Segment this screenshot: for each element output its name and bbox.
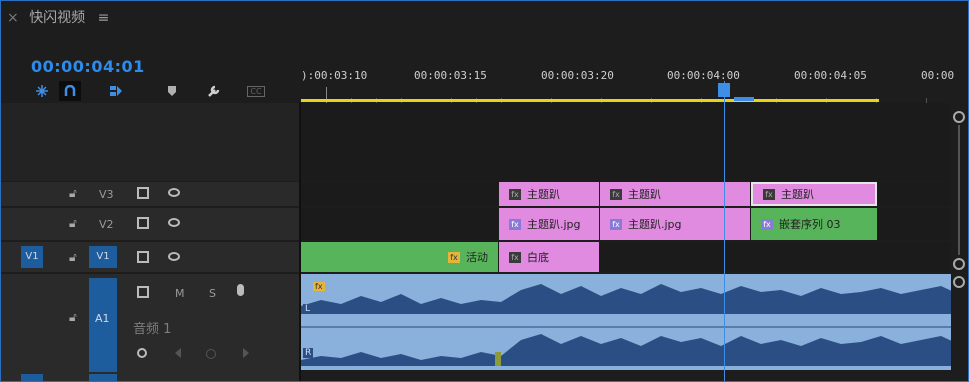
clip[interactable]: fx 活动 <box>301 242 498 272</box>
sequence-name: 快闪视频 <box>29 10 86 26</box>
next-keyframe-icon[interactable] <box>243 348 249 358</box>
close-tab-icon[interactable]: × <box>7 10 19 26</box>
lock-icon[interactable]: 🔓︎ <box>69 250 77 265</box>
insert-overwrite-icon[interactable] <box>31 81 53 101</box>
work-area-bar[interactable] <box>301 99 879 102</box>
panel-menu-icon[interactable]: ≡ <box>98 10 110 26</box>
track-name: V2 <box>99 218 114 231</box>
clip[interactable]: fx 主题趴 <box>499 182 599 206</box>
lock-icon[interactable]: 🔓︎ <box>69 310 77 325</box>
sync-lock-icon[interactable] <box>137 286 149 298</box>
clip[interactable]: fx 主题趴 <box>600 182 750 206</box>
empty-track-area <box>301 103 951 181</box>
add-marker-icon[interactable] <box>161 81 183 101</box>
ruler-label: 00:00:03:15 <box>414 69 487 82</box>
track-header-v3: 🔓︎ V3 <box>1 182 299 206</box>
track-name: V3 <box>99 188 114 201</box>
lock-icon[interactable]: 🔓︎ <box>69 186 77 201</box>
clip[interactable]: fx 白底 <box>499 242 599 272</box>
clip-nested-sequence[interactable]: fx 嵌套序列 03 <box>751 208 877 240</box>
playhead-line[interactable] <box>724 81 725 381</box>
audio-waveform <box>301 284 954 366</box>
solo-button[interactable]: S <box>209 287 216 300</box>
prev-keyframe-icon[interactable] <box>175 348 181 358</box>
audio-keyframe[interactable] <box>495 352 501 366</box>
eye-icon[interactable] <box>168 252 180 261</box>
vertical-scrollbar[interactable] <box>951 103 968 381</box>
fx-badge: fx <box>313 282 325 291</box>
track-name: A1 <box>95 312 110 325</box>
audio-clip[interactable]: fx L R <box>301 274 954 370</box>
ruler-label: 00:00:04:00 <box>667 69 740 82</box>
source-patch-v1[interactable]: V1 <box>21 246 43 268</box>
selection-range <box>734 97 754 101</box>
wrench-icon[interactable] <box>203 81 225 101</box>
clip-selected[interactable]: fx 主题趴 <box>751 182 877 206</box>
microphone-icon[interactable] <box>237 284 244 296</box>
lock-icon[interactable]: 🔓︎ <box>69 216 77 231</box>
scroll-handle-bottom[interactable] <box>953 258 965 270</box>
mute-button[interactable]: M <box>175 287 185 300</box>
track-header-v2: 🔓︎ V2 <box>1 208 299 240</box>
empty-track-header <box>1 103 299 181</box>
sync-lock-icon[interactable] <box>137 251 149 263</box>
clip[interactable]: fx 主题趴.jpg <box>600 208 750 240</box>
eye-icon[interactable] <box>168 188 180 197</box>
sync-lock-icon[interactable] <box>137 217 149 229</box>
track-header-a1: 🔓︎ A1 M S 音频 1 <box>1 274 299 381</box>
channel-label: R <box>303 348 314 358</box>
source-patch-a2[interactable] <box>21 374 43 381</box>
snap-magnet-icon[interactable] <box>59 81 81 101</box>
channel-label: L <box>303 304 313 314</box>
ruler-label: 00:00 <box>921 69 955 82</box>
track-label: 音频 1 <box>133 322 172 337</box>
track-target-a2[interactable] <box>89 374 117 381</box>
volume-knob-icon[interactable] <box>137 348 147 358</box>
track-header-v1: V1 🔓︎ V1 <box>1 242 299 272</box>
timeline-panel: × 快闪视频 ≡ 00:00:04:01 CC ):00:03:10 00:00… <box>0 0 969 382</box>
track-target-a1[interactable] <box>89 278 117 378</box>
scroll-track[interactable] <box>958 125 960 255</box>
panel-tab[interactable]: × 快闪视频 ≡ <box>7 7 109 27</box>
add-keyframe-icon[interactable] <box>206 349 216 359</box>
linked-selection-icon[interactable] <box>105 81 127 101</box>
ruler-label: 00:00:03:20 <box>541 69 614 82</box>
scroll-handle-audio[interactable] <box>953 276 965 288</box>
sync-lock-icon[interactable] <box>137 187 149 199</box>
scroll-handle-top[interactable] <box>953 111 965 123</box>
track-target-v1[interactable]: V1 <box>89 246 117 268</box>
track-header-a2 <box>1 372 299 381</box>
captions-icon[interactable]: CC <box>245 81 267 101</box>
ruler-label: 00:00:04:05 <box>794 69 867 82</box>
clip[interactable]: fx 主题趴.jpg <box>499 208 599 240</box>
eye-icon[interactable] <box>168 218 180 227</box>
playhead-timecode[interactable]: 00:00:04:01 <box>31 57 145 76</box>
ruler-label: ):00:03:10 <box>301 69 368 82</box>
